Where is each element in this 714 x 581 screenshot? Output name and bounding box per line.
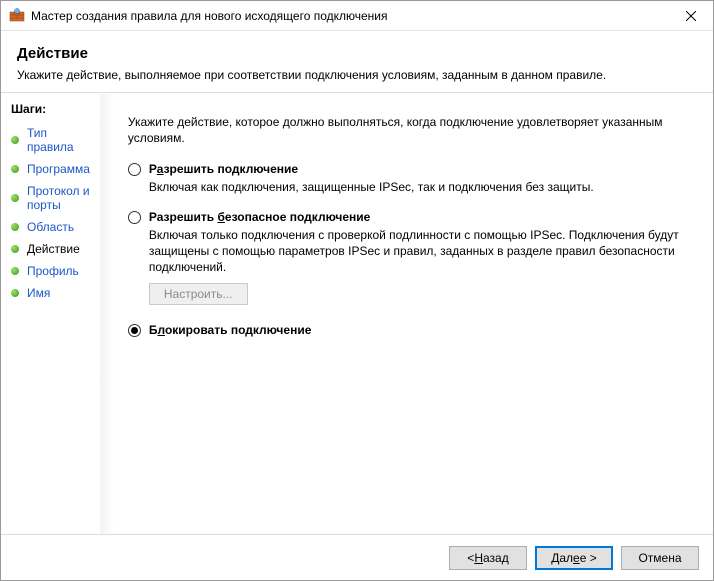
t: е >	[580, 551, 597, 565]
customize-button: Настроить...	[149, 283, 248, 305]
cancel-button[interactable]: Отмена	[621, 546, 699, 570]
steps-heading: Шаги:	[1, 100, 100, 122]
bullet-icon	[11, 245, 19, 253]
step-label: Действие	[27, 242, 80, 256]
header: Действие Укажите действие, выполняемое п…	[1, 31, 713, 92]
bullet-icon	[11, 223, 19, 231]
option-block-title: Блокировать подключение	[149, 323, 691, 337]
customize-row: Настроить...	[149, 283, 691, 305]
titlebar: Мастер создания правила для нового исход…	[1, 1, 713, 31]
intro-text: Укажите действие, которое должно выполня…	[128, 114, 691, 146]
bullet-icon	[11, 289, 19, 297]
sidebar: Шаги: Тип правила Программа Протокол и п…	[1, 94, 100, 534]
step-profile[interactable]: Профиль	[1, 260, 100, 282]
step-protocol-ports[interactable]: Протокол и порты	[1, 180, 100, 216]
t: езопасное подключение	[225, 210, 370, 224]
step-program[interactable]: Программа	[1, 158, 100, 180]
t: Разрешить	[149, 210, 218, 224]
radio-allow[interactable]	[128, 163, 141, 176]
option-allow-secure-title: Разрешить безопасное подключение	[149, 210, 691, 224]
option-allow-desc: Включая как подключения, защищенные IPSe…	[149, 179, 691, 195]
step-name[interactable]: Имя	[1, 282, 100, 304]
back-button[interactable]: < Назад	[449, 546, 527, 570]
step-rule-type[interactable]: Тип правила	[1, 122, 100, 158]
step-scope[interactable]: Область	[1, 216, 100, 238]
bullet-icon	[11, 267, 19, 275]
page-title: Действие	[17, 45, 697, 62]
t: а	[157, 162, 164, 176]
t: окировать подключение	[165, 323, 311, 337]
close-button[interactable]	[668, 1, 713, 31]
firewall-icon	[9, 8, 25, 24]
window-title: Мастер создания правила для нового исход…	[31, 9, 668, 23]
t: азад	[483, 551, 509, 565]
option-allow-title: Разрешить подключение	[149, 162, 691, 176]
t: б	[217, 210, 224, 224]
option-allow-secure-desc: Включая только подключения с проверкой п…	[149, 227, 691, 276]
bullet-icon	[11, 165, 19, 173]
option-allow: Разрешить подключение Включая как подклю…	[128, 162, 691, 195]
step-label: Профиль	[27, 264, 79, 278]
bullet-icon	[11, 136, 19, 144]
option-allow-secure: Разрешить безопасное подключение Включая…	[128, 210, 691, 310]
radio-allow-secure[interactable]	[128, 211, 141, 224]
option-allow-secure-body: Разрешить безопасное подключение Включая…	[149, 210, 691, 310]
main-panel: Укажите действие, которое должно выполня…	[100, 94, 713, 534]
step-label: Тип правила	[27, 126, 90, 154]
step-label: Протокол и порты	[27, 184, 90, 212]
radio-block[interactable]	[128, 324, 141, 337]
t: Р	[149, 162, 157, 176]
wizard-window: Мастер создания правила для нового исход…	[0, 0, 714, 581]
t: Дал	[551, 551, 573, 565]
footer: < Назад Далее > Отмена	[1, 534, 713, 580]
step-label: Имя	[27, 286, 50, 300]
next-button[interactable]: Далее >	[535, 546, 613, 570]
step-label: Программа	[27, 162, 90, 176]
step-label: Область	[27, 220, 74, 234]
bullet-icon	[11, 194, 19, 202]
option-block-body: Блокировать подключение	[149, 323, 691, 340]
body: Шаги: Тип правила Программа Протокол и п…	[1, 94, 713, 534]
t: л	[158, 323, 165, 337]
option-allow-body: Разрешить подключение Включая как подклю…	[149, 162, 691, 195]
t: <	[467, 551, 474, 565]
t: Н	[474, 551, 483, 565]
step-action[interactable]: Действие	[1, 238, 100, 260]
option-block: Блокировать подключение	[128, 323, 691, 340]
t: зрешить подключение	[164, 162, 298, 176]
t: е	[573, 551, 580, 565]
t: Б	[149, 323, 158, 337]
page-subtitle: Укажите действие, выполняемое при соотве…	[17, 68, 697, 82]
